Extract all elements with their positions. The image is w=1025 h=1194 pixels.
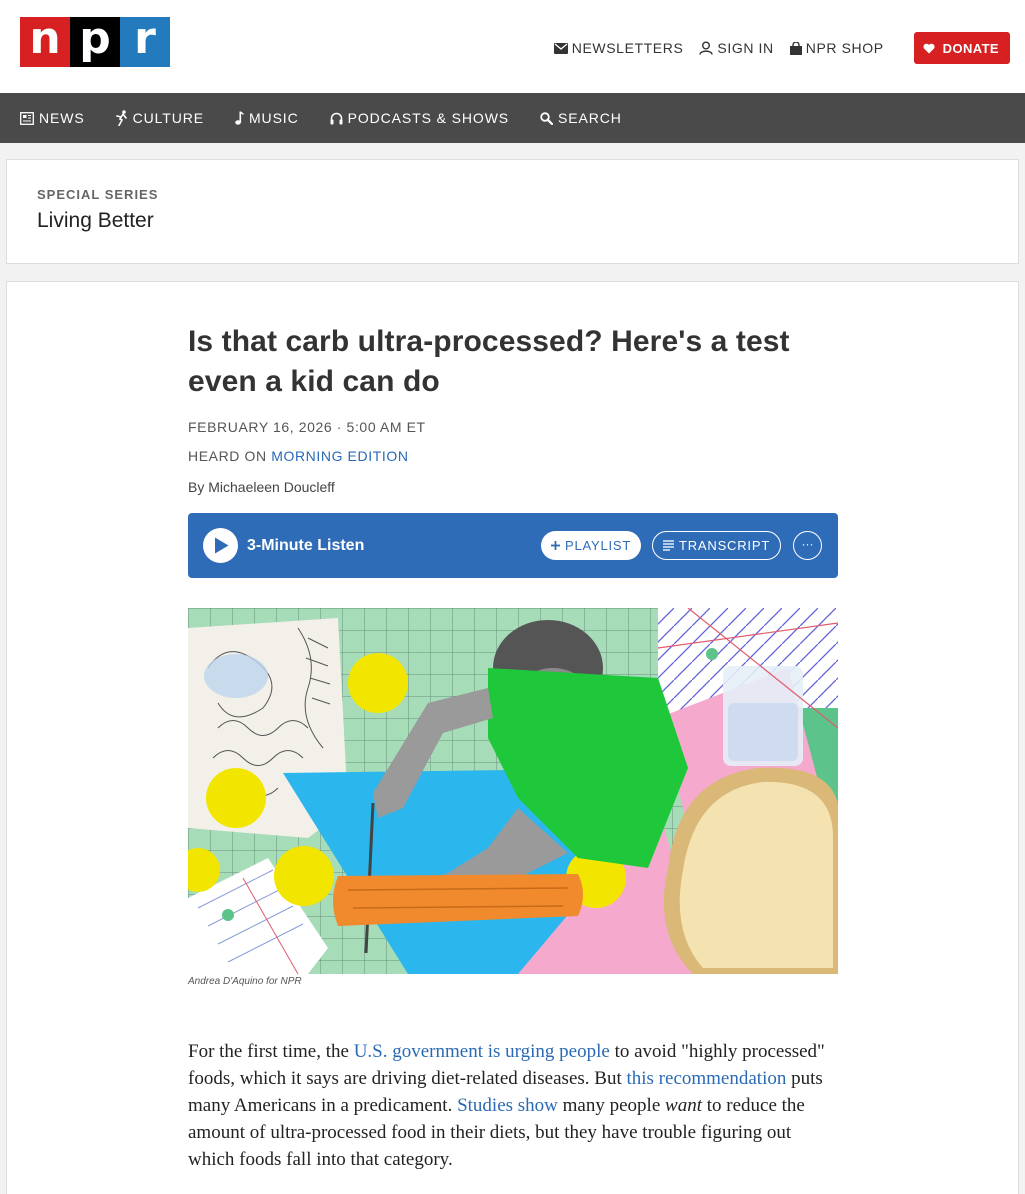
search-icon [540,111,554,125]
nav-culture-label: CULTURE [132,110,204,126]
morning-edition-link[interactable]: MORNING EDITION [271,448,408,464]
logo-letter-n: n [20,17,70,67]
envelope-icon [553,42,568,54]
music-note-icon [235,111,244,125]
logo-letter-r: r [120,17,170,67]
newsletters-label: NEWSLETTERS [571,40,684,56]
npr-shop-label: NPR SHOP [805,40,884,56]
series-title[interactable]: Living Better [37,209,154,233]
sign-in-label: SIGN IN [717,40,774,56]
donate-label: DONATE [942,40,999,56]
header-links: NEWSLETTERS SIGN IN NPR SHOP DONATE [553,32,1010,64]
plus-icon [551,541,560,550]
nav-item-news[interactable]: NEWS [20,110,85,126]
image-credit: Andrea D'Aquino for NPR [188,976,302,987]
govt-urging-link[interactable]: U.S. government is urging people [354,1041,610,1062]
npr-logo[interactable]: n p r [20,17,170,67]
nav-music-label: MUSIC [249,110,299,126]
recommendation-link[interactable]: this recommendation [626,1068,786,1089]
heart-icon [923,43,935,53]
play-icon [215,537,229,554]
article-paragraph: For the first time, the U.S. government … [188,1038,838,1173]
body-text-4: many people [557,1095,666,1116]
headphones-icon [330,112,343,124]
series-label: SPECIAL SERIES [37,187,159,202]
npr-shop-link[interactable]: NPR SHOP [789,40,884,56]
logo-letter-p: p [70,17,120,67]
play-button[interactable] [203,528,238,563]
playlist-label: PLAYLIST [565,538,632,553]
more-options-button[interactable]: ··· [793,531,822,560]
user-icon [699,41,714,55]
add-to-playlist-button[interactable]: PLAYLIST [541,531,642,560]
transcript-button[interactable]: TRANSCRIPT [652,531,782,560]
transcript-lines-icon [663,540,674,551]
heard-on: HEARD ON MORNING EDITION [188,448,838,464]
shopping-bag-icon [789,41,802,55]
donate-button[interactable]: DONATE [913,32,1010,64]
transcript-label: TRANSCRIPT [679,538,771,553]
listen-duration: 3-Minute Listen [247,537,365,554]
nav-item-search[interactable]: SEARCH [540,110,622,126]
nav-podcasts-label: PODCASTS & SHOWS [347,110,510,126]
article-card: Is that carb ultra-processed? Here's a t… [6,281,1019,1194]
article-headline: Is that carb ultra-processed? Here's a t… [188,325,790,398]
nav-item-music[interactable]: MUSIC [235,110,299,126]
nav-search-label: SEARCH [558,110,622,126]
body-emphasis: want [665,1095,702,1116]
main-nav: NEWS CULTURE MUSIC PODCASTS & SHOWS SEAR… [0,93,1025,143]
body-text-1: For the first time, the [188,1041,354,1062]
hero-illustration [188,608,838,974]
newspaper-icon [20,111,34,125]
collage-illustration [188,608,838,974]
nav-news-label: NEWS [39,110,85,126]
nav-item-culture[interactable]: CULTURE [115,110,204,126]
site-header: n p r NEWSLETTERS SIGN IN NPR SHOP DONAT… [0,0,1025,93]
special-series-card[interactable]: SPECIAL SERIES Living Better [6,159,1019,264]
sign-in-link[interactable]: SIGN IN [699,40,773,56]
studies-show-link[interactable]: Studies show [457,1095,558,1116]
audio-player: 3-Minute Listen PLAYLIST TRANSCRIPT ··· [188,513,838,578]
heard-on-prefix: HEARD ON [188,448,267,464]
article-dateline: FEBRUARY 16, 2026 · 5:00 AM ET [188,419,426,435]
nav-item-podcasts[interactable]: PODCASTS & SHOWS [330,110,509,126]
article-byline: By Michaeleen Doucleff [188,479,335,495]
newsletters-link[interactable]: NEWSLETTERS [553,40,684,56]
dancer-icon [115,110,127,126]
